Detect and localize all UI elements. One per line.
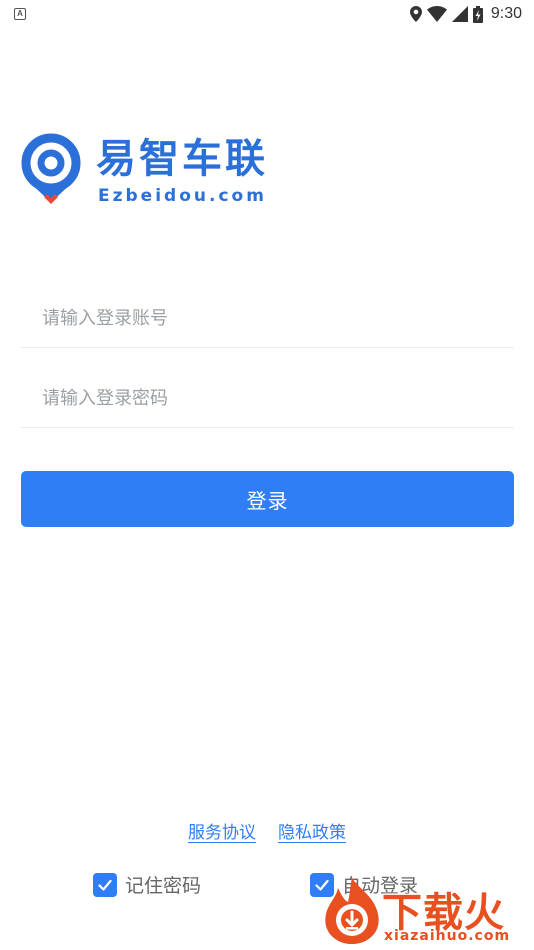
wifi-icon [426,6,447,22]
login-screen: A 9:30 易智车联 Ezbeidou.com 请输入登录账号 登录 服务协议… [0,0,534,950]
checkmark-icon [98,879,112,891]
watermark: 下载火 xiazaihuo.com [318,874,530,948]
remember-password-label: 记住密码 [125,875,202,897]
password-field [21,370,514,428]
remember-password-option[interactable]: 记住密码 [93,871,201,898]
app-logo: 易智车联 Ezbeidou.com [20,133,268,209]
privacy-policy-link[interactable]: 隐私政策 [278,818,346,843]
pin-logo-icon [21,133,81,204]
agreement-links: 服务协议 隐私政策 [0,818,534,843]
account-field [21,290,514,348]
watermark-domain: xiazaihuo.com [384,928,511,944]
remember-password-checkbox[interactable] [93,872,117,897]
status-icons: 9:30 [409,5,522,23]
location-icon [409,6,422,22]
flame-logo-icon [325,878,379,944]
account-input[interactable] [21,290,514,347]
login-button[interactable]: 登录 [21,471,514,527]
brand-domain: Ezbeidou.com [98,186,267,206]
notification-icon: A [14,8,26,20]
brand-name: 易智车联 [96,136,268,182]
status-time: 9:30 [490,5,522,22]
password-input[interactable] [21,370,514,427]
service-agreement-link[interactable]: 服务协议 [188,818,256,843]
logo-text: 易智车联 Ezbeidou.com [96,136,268,206]
status-bar: A 9:30 [0,0,534,28]
signal-icon [451,6,468,22]
battery-charging-icon [472,5,483,23]
